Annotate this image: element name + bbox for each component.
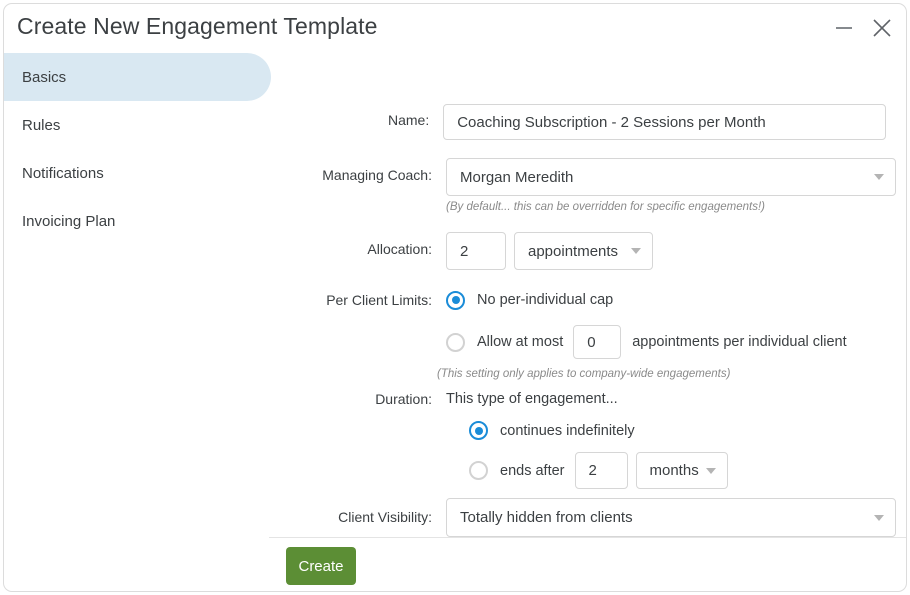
allocation-unit-select[interactable]: appointments [514,232,653,270]
per-client-limits-label: Per Client Limits: [326,292,432,308]
sidebar-item-basics[interactable]: Basics [4,53,271,101]
duration-ends-prefix: ends after [500,462,565,479]
duration-indefinite-label: continues indefinitely [500,422,635,439]
radio-ends-after[interactable] [469,461,488,480]
create-button[interactable]: Create [286,547,356,585]
per-client-limits-hint: (This setting only applies to company-wi… [437,368,731,380]
sidebar-item-label: Invoicing Plan [22,212,116,230]
allocation-label: Allocation: [367,241,432,257]
per-client-no-cap-option[interactable]: No per-individual cap [446,288,613,312]
duration-ends-value-input[interactable] [574,452,628,489]
close-icon [873,19,891,37]
allocation-amount-input[interactable] [446,232,506,270]
sidebar-item-label: Notifications [22,164,104,182]
field-row-client-visibility: Client Visibility: Totally hidden from c… [269,498,896,537]
sidebar-item-notifications[interactable]: Notifications [4,149,269,197]
duration-ends-unit-select[interactable]: months [635,452,728,489]
managing-coach-label: Managing Coach: [322,167,432,183]
duration-intro-text: This type of engagement... [446,391,618,407]
sidebar-item-label: Rules [22,116,61,134]
name-input[interactable] [443,104,886,140]
name-label: Name: [387,112,430,128]
chevron-down-icon [705,467,716,474]
duration-ends-after-option[interactable]: ends after months [469,452,728,489]
field-row-name: Name: [269,104,886,140]
per-client-cap-option[interactable]: Allow at most appointments per individua… [446,325,847,359]
managing-coach-value: Morgan Meredith [460,168,574,186]
chevron-down-icon [874,174,884,180]
managing-coach-select[interactable]: Morgan Meredith [446,158,896,196]
client-visibility-value: Totally hidden from clients [460,509,633,526]
radio-continues-indefinitely[interactable] [469,421,488,440]
dialog-content: Basics Rules Notifications Invoicing Pla… [4,53,906,591]
form-panel: Name: Managing Coach: Morgan Meredith (B… [269,53,906,591]
per-client-cap-suffix: appointments per individual client [632,334,847,350]
per-client-no-cap-label: No per-individual cap [477,292,614,308]
sidebar-item-rules[interactable]: Rules [4,101,269,149]
radio-allow-at-most[interactable] [446,332,465,352]
minimize-icon [836,27,852,29]
managing-coach-hint: (By default... this can be overridden fo… [446,201,765,213]
duration-indefinite-option[interactable]: continues indefinitely [469,421,635,440]
duration-label: Duration: [375,391,432,407]
field-row-allocation: Allocation: appointments [269,232,653,270]
client-visibility-label: Client Visibility: [338,509,432,525]
duration-ends-unit-value: months [649,462,699,479]
radio-no-per-individual-cap[interactable] [446,290,465,310]
field-row-managing-coach: Managing Coach: Morgan Meredith (By defa… [269,158,896,213]
minimize-button[interactable] [829,13,859,43]
sidebar: Basics Rules Notifications Invoicing Pla… [4,53,271,591]
field-row-per-client-limits: Per Client Limits: No per-individual cap… [269,288,847,380]
footer-divider [269,537,906,538]
close-button[interactable] [867,13,897,43]
allocation-unit-value: appointments [528,242,619,260]
per-client-cap-prefix: Allow at most [477,334,564,350]
field-row-duration: Duration: This type of engagement... con… [269,391,728,489]
chevron-down-icon [631,248,641,254]
chevron-down-icon [874,514,884,521]
client-visibility-select[interactable]: Totally hidden from clients [446,498,896,537]
title-bar: Create New Engagement Template [4,4,906,53]
sidebar-item-label: Basics [22,68,67,86]
per-client-cap-input[interactable] [573,325,622,359]
dialog-window: Create New Engagement Template Basics Ru… [3,3,907,592]
page-title: Create New Engagement Template [17,13,378,39]
sidebar-item-invoicing-plan[interactable]: Invoicing Plan [4,197,269,245]
